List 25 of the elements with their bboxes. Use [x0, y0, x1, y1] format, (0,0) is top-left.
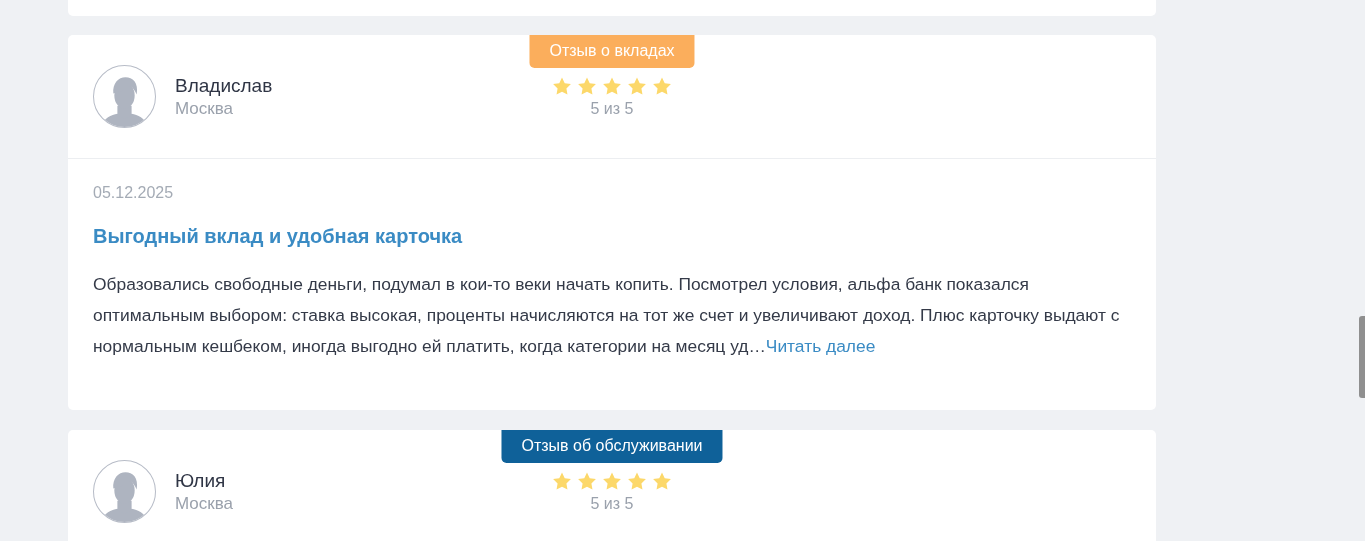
author-city: Москва — [175, 98, 235, 119]
avatar-icon — [93, 460, 156, 523]
author-name: Владислав — [175, 74, 273, 97]
scrollbar-thumb[interactable] — [1359, 316, 1365, 398]
review-title[interactable]: Выгодный вклад и удобная карточка — [93, 225, 1131, 248]
star-icon — [576, 471, 598, 491]
star-icon — [651, 76, 673, 96]
star-icon — [576, 76, 598, 96]
read-more-link[interactable]: Читать далее — [765, 336, 876, 356]
star-icon — [601, 76, 623, 96]
review-type-badge: Отзыв о вкладах — [529, 35, 695, 68]
star-icon — [601, 471, 623, 491]
author-city: Москва — [175, 493, 234, 514]
star-icon — [626, 471, 648, 491]
star-icon — [551, 471, 573, 491]
author-name: Юлия — [175, 469, 227, 492]
star-icon — [651, 471, 673, 491]
rating-text: 5 из 5 — [590, 100, 634, 118]
star-icon — [551, 76, 573, 96]
review-text: Образовались свободные деньги, подумал в кои-то веки начать копить. Посмотрел условия, альфа банк показался оптимальным выбором: ставка высокая, проценты начисляются на тот же счет и увеличивают доход. Плюс карточку выдают с нормальным кешбеком, иногда выгодно ей платить, когда категории на месяц уд…Читать далее — [93, 273, 1121, 358]
review-type-badge: Отзыв об обслуживании — [501, 430, 723, 463]
review-date: 05.12.2025 — [93, 184, 175, 202]
avatar-icon — [93, 65, 156, 128]
rating-text: 5 из 5 — [590, 495, 634, 513]
star-icon — [626, 76, 648, 96]
